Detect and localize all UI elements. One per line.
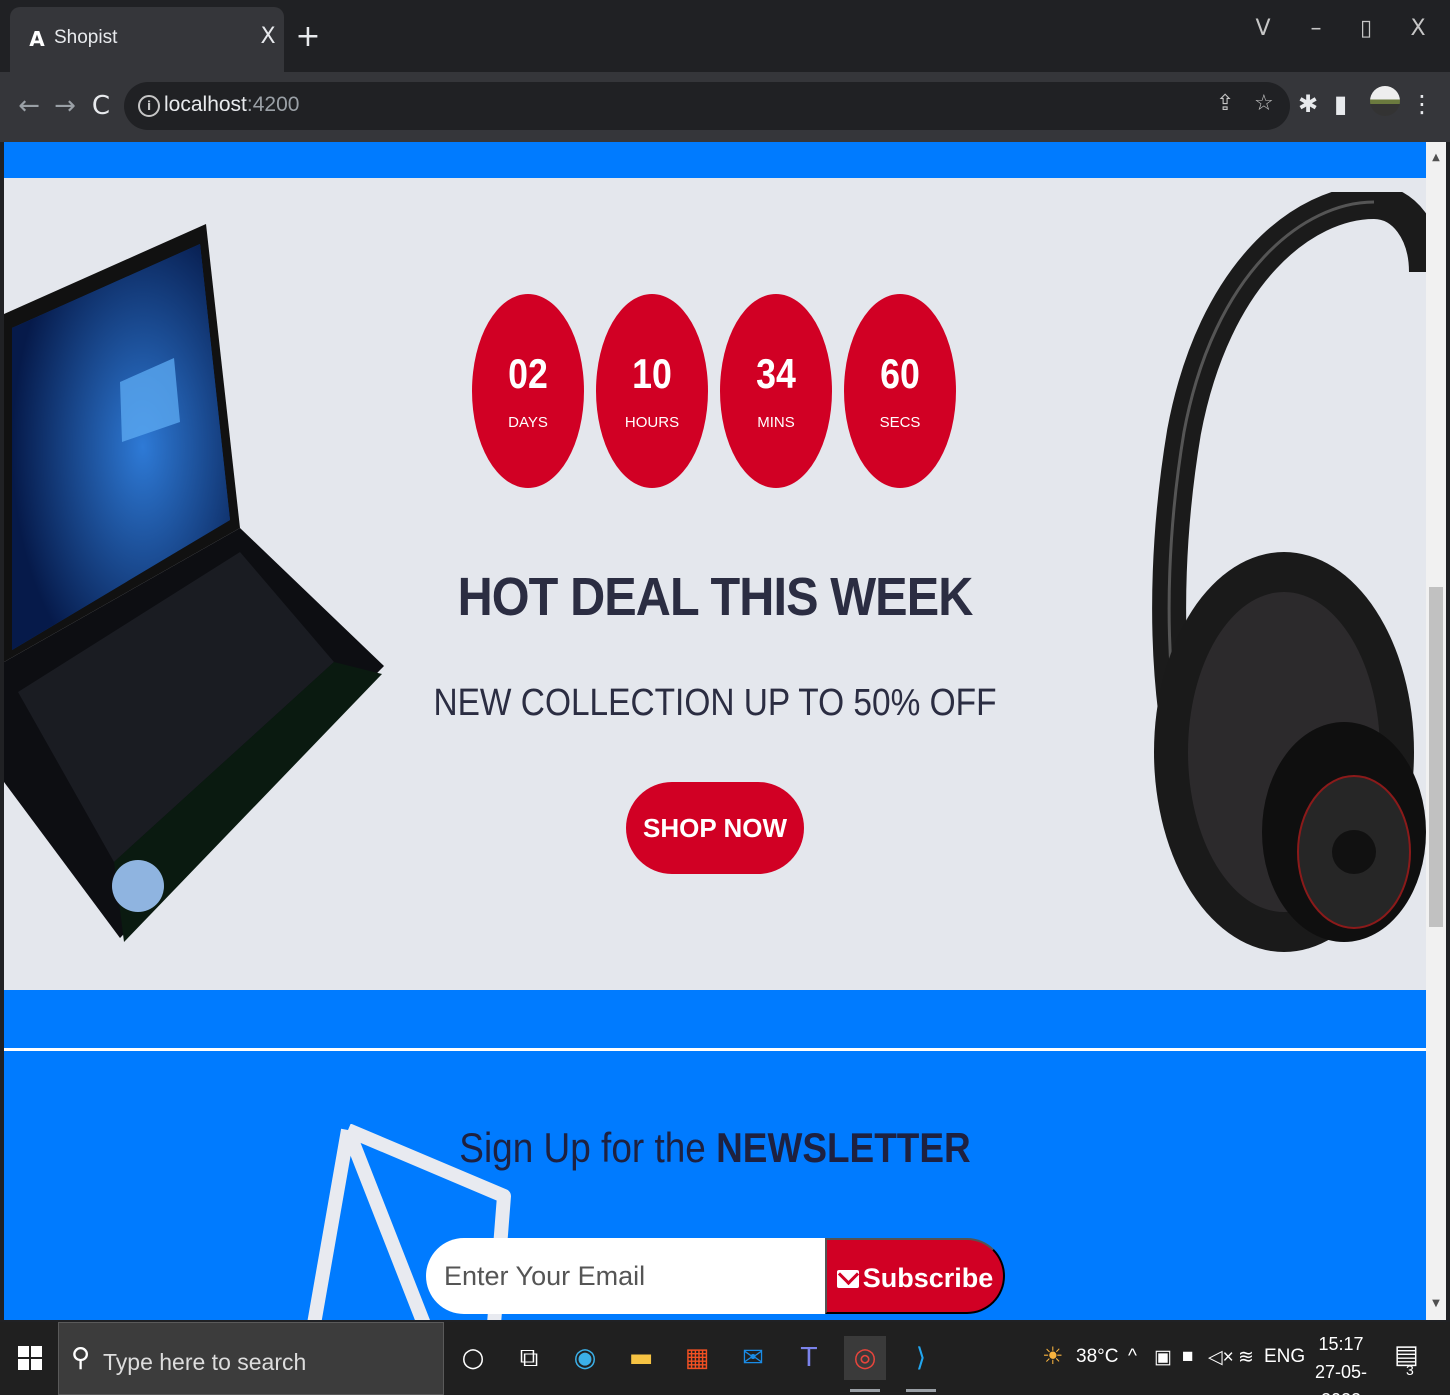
scrollbar-thumb[interactable]: [1429, 587, 1443, 927]
newsletter-title: Sign Up for the NEWSLETTER: [459, 1124, 971, 1171]
meet-now-icon[interactable]: ▣: [1154, 1346, 1172, 1369]
bookmark-star-icon[interactable]: ☆: [1254, 91, 1274, 116]
new-tab-button[interactable]: +: [294, 20, 322, 54]
taskbar-search-box[interactable]: ⚲ Type here to search: [58, 1322, 444, 1395]
back-arrow-icon[interactable]: ←: [14, 86, 44, 126]
taskbar-clock[interactable]: 15:17 27-05-2022: [1300, 1330, 1382, 1395]
vscode-icon[interactable]: ⟩: [900, 1336, 942, 1392]
language-indicator[interactable]: ENG: [1264, 1346, 1305, 1368]
search-icon: ⚲: [71, 1343, 91, 1373]
tray-chevron-icon[interactable]: ^: [1128, 1346, 1137, 1368]
forward-arrow-icon[interactable]: →: [50, 86, 80, 126]
subscribe-label: Subscribe: [862, 1263, 994, 1293]
tab-search-icon[interactable]: V: [1243, 16, 1283, 41]
page-scrollbar[interactable]: ▲ ▼: [1426, 142, 1446, 1320]
clock-date: 27-05-2022: [1314, 1362, 1368, 1395]
angular-favicon-icon: A: [29, 27, 45, 51]
scroll-down-icon[interactable]: ▼: [1426, 1294, 1446, 1314]
cortana-icon[interactable]: ○: [452, 1336, 494, 1380]
task-view-icon[interactable]: ⧉: [508, 1336, 550, 1380]
teams-icon[interactable]: T: [788, 1336, 830, 1380]
countdown-timer: 02 DAYS 10 HOURS 34 MINS 60 SECS: [472, 294, 972, 488]
restore-button[interactable]: ▯: [1346, 16, 1386, 41]
mail-icon[interactable]: ✉: [732, 1336, 774, 1380]
countdown-secs: 60 SECS: [844, 294, 956, 488]
days-value: 02: [508, 350, 548, 397]
mins-value: 34: [756, 350, 796, 397]
countdown-hours: 10 HOURS: [596, 294, 708, 488]
battery-icon[interactable]: ■: [1182, 1346, 1193, 1368]
microsoft-store-icon[interactable]: ▦: [676, 1336, 718, 1380]
url-text[interactable]: localhost:4200: [164, 93, 299, 117]
email-input[interactable]: [426, 1238, 826, 1314]
subscribe-button[interactable]: Subscribe: [825, 1238, 1005, 1314]
windows-taskbar: ⚲ Type here to search ○ ⧉ ◉ ▬ ▦ ✉ T ◎ ⟩ …: [0, 1322, 1450, 1395]
extensions-puzzle-icon[interactable]: ✱: [1298, 90, 1318, 118]
hot-deal-section: 02 DAYS 10 HOURS 34 MINS 60 SECS HOT DEA…: [4, 178, 1426, 990]
mins-label: MINS: [757, 414, 795, 431]
countdown-days: 02 DAYS: [472, 294, 584, 488]
volume-muted-icon[interactable]: ◁×: [1208, 1346, 1234, 1369]
headphones-image: [1152, 192, 1426, 952]
windows-start-icon[interactable]: [18, 1346, 42, 1370]
site-info-icon[interactable]: i: [138, 95, 160, 117]
minimize-button[interactable]: –: [1296, 16, 1336, 41]
clock-time: 15:17: [1318, 1334, 1364, 1354]
browser-tab[interactable]: A Shopist X: [10, 7, 284, 72]
address-bar[interactable]: i localhost:4200 ⇪ ☆: [124, 82, 1290, 130]
tab-close-icon[interactable]: X: [256, 22, 280, 52]
envelope-icon: [836, 1270, 859, 1288]
notification-count: 3: [1406, 1362, 1414, 1378]
edge-icon[interactable]: ◉: [564, 1336, 606, 1380]
reload-icon[interactable]: C: [86, 86, 116, 126]
browser-tab-bar: A Shopist X + V – ▯ X: [0, 0, 1450, 72]
hours-value: 10: [632, 350, 672, 397]
secs-label: SECS: [879, 414, 921, 431]
temperature[interactable]: 38°C: [1076, 1346, 1118, 1368]
page-viewport: 02 DAYS 10 HOURS 34 MINS 60 SECS HOT DEA…: [4, 142, 1426, 1320]
section-divider: [4, 1048, 1426, 1051]
wifi-icon[interactable]: ≋: [1238, 1346, 1254, 1369]
close-window-button[interactable]: X: [1398, 16, 1438, 41]
side-panel-icon[interactable]: ▮: [1334, 90, 1347, 118]
scroll-up-icon[interactable]: ▲: [1426, 148, 1446, 168]
browser-menu-icon[interactable]: ⋮: [1410, 90, 1434, 118]
weather-icon[interactable]: ☀: [1042, 1342, 1064, 1371]
file-explorer-icon[interactable]: ▬: [620, 1336, 662, 1380]
tab-title: Shopist: [54, 27, 118, 48]
countdown-mins: 34 MINS: [720, 294, 832, 488]
browser-toolbar: ← → C i localhost:4200 ⇪ ☆ ✱ ▮ ⋮: [0, 72, 1450, 142]
days-label: DAYS: [508, 414, 548, 431]
secs-value: 60: [880, 350, 920, 397]
hours-label: HOURS: [624, 414, 680, 431]
share-icon[interactable]: ⇪: [1216, 91, 1234, 116]
profile-avatar[interactable]: [1370, 86, 1400, 116]
shop-now-button[interactable]: SHOP NOW: [626, 782, 804, 874]
chrome-icon[interactable]: ◎: [844, 1336, 886, 1392]
taskbar-search-placeholder: Type here to search: [103, 1349, 307, 1375]
